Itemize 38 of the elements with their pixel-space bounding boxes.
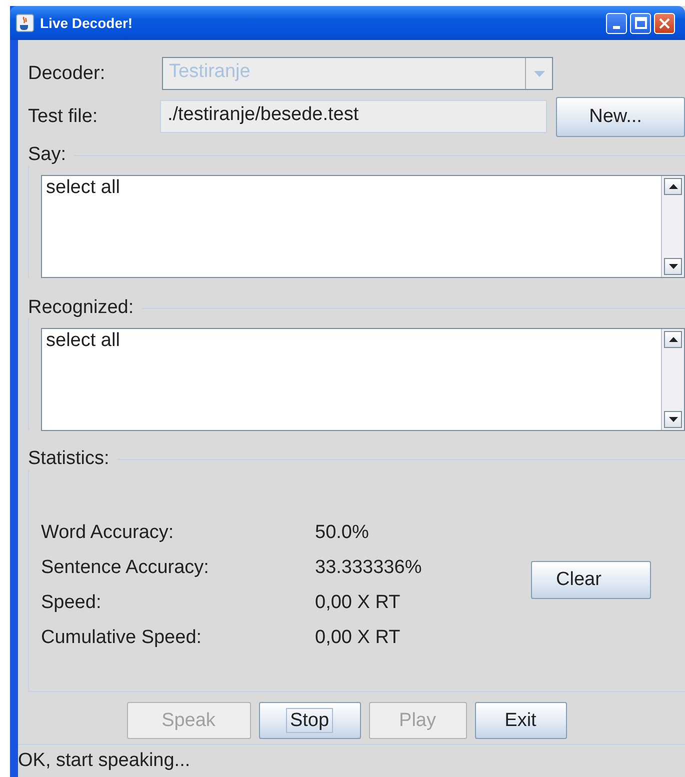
statistic-value: 0,00 X RT [315, 626, 402, 648]
coffee-cup-icon [16, 14, 34, 32]
caret-icon [534, 70, 544, 76]
down-arrow-icon [668, 264, 678, 269]
up-arrow-icon [668, 337, 678, 342]
close-icon [659, 18, 670, 28]
decoder-label: Decoder: [27, 62, 106, 84]
scrollbar[interactable] [661, 176, 684, 277]
statistic-label: Cumulative Speed: [41, 626, 203, 648]
scroll-down-button[interactable] [664, 258, 682, 275]
action-button[interactable]: Exit [474, 702, 566, 739]
statistic-label: Speed: [41, 592, 102, 614]
test-file-label: Test file: [27, 106, 99, 128]
scroll-up-button[interactable] [664, 331, 682, 348]
maximize-icon [634, 17, 646, 29]
status-bar: OK, start speaking... [18, 744, 685, 777]
new-button[interactable]: New... [556, 96, 685, 136]
statistic-label: Sentence Accuracy: [41, 556, 210, 578]
section-title: Statistics: [28, 448, 110, 470]
scroll-down-button[interactable] [664, 411, 682, 428]
section-title: Say: [28, 144, 66, 166]
statistic-value: 33.333336% [315, 556, 423, 578]
statistic-value: 0,00 X RT [315, 592, 402, 614]
minimize-icon [613, 26, 620, 28]
maximize-button[interactable] [630, 12, 651, 34]
up-arrow-icon [668, 184, 678, 189]
test-file-field[interactable]: ./testiranje/besede.test [160, 100, 548, 133]
clear-button[interactable]: Clear [531, 561, 651, 599]
window-title: Live Decoder! [40, 15, 134, 31]
close-button[interactable] [654, 12, 675, 34]
scrollbar[interactable] [661, 329, 684, 430]
minimize-button[interactable] [606, 12, 627, 34]
statistic-value: 50.0% [315, 522, 370, 544]
section-title: Recognized: [28, 297, 134, 319]
action-button[interactable]: Stop [258, 702, 360, 739]
down-arrow-icon [668, 417, 678, 422]
scroll-up-button[interactable] [664, 178, 682, 195]
statistic-label: Word Accuracy: [41, 522, 175, 544]
